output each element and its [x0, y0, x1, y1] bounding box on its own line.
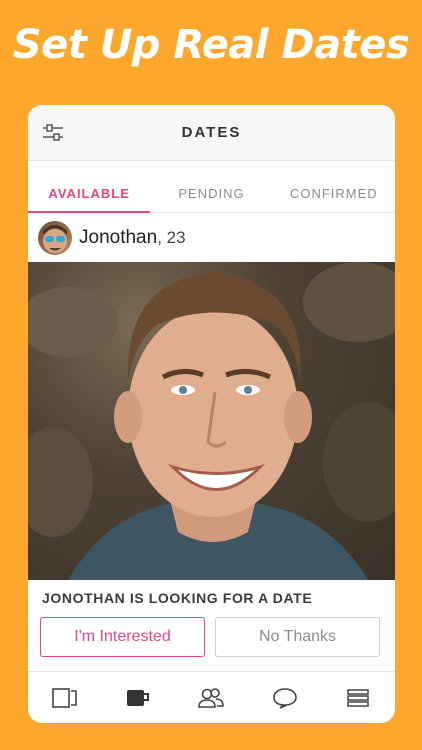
profile-photo[interactable]	[28, 262, 395, 580]
dates-card: DATES AVAILABLE PENDING CONFIRMED Jonoth…	[28, 105, 395, 723]
looking-for-date-text: JONOTHAN IS LOOKING FOR A DATE	[42, 590, 313, 606]
tab-bar: AVAILABLE PENDING CONFIRMED	[28, 175, 395, 213]
avatar[interactable]	[38, 221, 72, 255]
chat-bubble-icon[interactable]	[265, 678, 305, 718]
profile-header[interactable]: Jonothan, 23	[28, 213, 395, 263]
tab-pending[interactable]: PENDING	[150, 175, 272, 212]
no-thanks-button[interactable]: No Thanks	[215, 617, 380, 657]
profile-name: Jonothan, 23	[79, 227, 186, 248]
page-title: DATES	[181, 124, 242, 141]
coffee-cup-icon[interactable]	[118, 678, 158, 718]
interested-button[interactable]: I'm Interested	[40, 617, 205, 657]
bottom-nav	[28, 671, 395, 723]
cards-icon[interactable]	[45, 678, 85, 718]
tab-confirmed[interactable]: CONFIRMED	[273, 175, 395, 212]
headline: Set Up Real Dates	[12, 22, 410, 68]
menu-icon[interactable]	[338, 678, 378, 718]
people-icon[interactable]	[191, 678, 231, 718]
top-bar: DATES	[28, 105, 395, 161]
tab-available[interactable]: AVAILABLE	[28, 175, 151, 213]
profile-age: , 23	[157, 228, 186, 247]
